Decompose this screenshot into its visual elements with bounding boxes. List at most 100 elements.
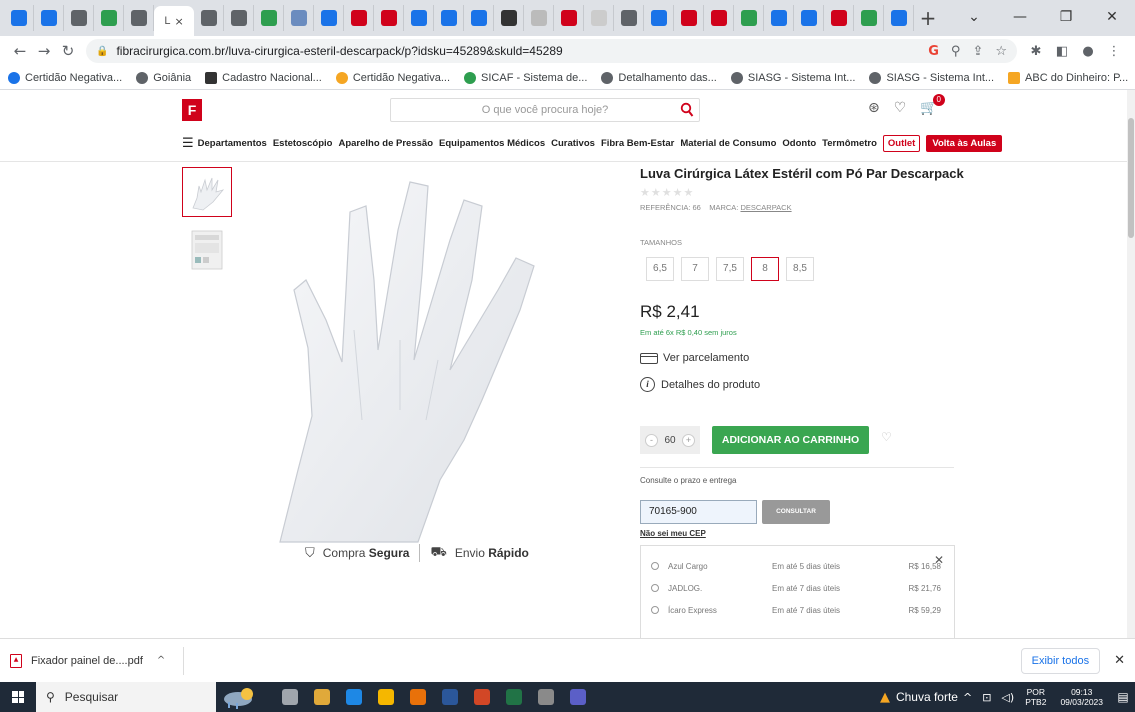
nav-item[interactable]: Equipamentos Médicos xyxy=(439,138,545,149)
lock-icon[interactable]: 🔒 xyxy=(96,46,108,57)
search-icon[interactable] xyxy=(680,102,694,118)
google-translate-icon[interactable]: G xyxy=(928,44,939,59)
browser-tab[interactable] xyxy=(764,5,794,31)
network-icon[interactable]: ⊡ xyxy=(982,691,991,704)
new-tab-button[interactable]: + xyxy=(914,6,942,30)
installments-link[interactable]: Ver parcelamento xyxy=(640,352,749,364)
extensions-icon[interactable]: ✱ xyxy=(1023,44,1049,59)
weather-illustration-icon[interactable] xyxy=(216,682,266,712)
shipping-radio[interactable] xyxy=(651,562,659,570)
maximize-button[interactable]: ❐ xyxy=(1043,9,1089,25)
taskbar-app-icon[interactable] xyxy=(306,682,338,712)
size-option[interactable]: 7,5 xyxy=(716,257,744,281)
browser-tab[interactable] xyxy=(704,5,734,31)
browser-tab[interactable] xyxy=(94,5,124,31)
brand-link[interactable]: DESCARPACK xyxy=(740,203,791,212)
browser-tab[interactable] xyxy=(794,5,824,31)
nav-item[interactable]: Fibra Bem-Estar xyxy=(601,138,674,149)
bookmark-item[interactable]: Goiânia xyxy=(136,71,191,84)
nav-item[interactable]: Odonto xyxy=(782,138,816,149)
tray-overflow-icon[interactable]: ^ xyxy=(963,691,972,704)
rating-stars[interactable]: ★★★★★ xyxy=(640,186,694,199)
language-indicator[interactable]: POR PTB2 xyxy=(1025,687,1046,707)
size-option[interactable]: 8 xyxy=(751,257,779,281)
bookmark-item[interactable]: SICAF - Sistema de... xyxy=(464,71,587,84)
bookmark-item[interactable]: Detalhamento das... xyxy=(601,71,717,84)
browser-tab[interactable] xyxy=(584,5,614,31)
nav-item-departamentos[interactable]: Departamentos xyxy=(198,138,267,149)
browser-tab[interactable] xyxy=(434,5,464,31)
shipping-option-row[interactable]: Ícaro Express Em até 7 dias úteis R$ 59,29 xyxy=(651,602,941,618)
close-download-bar-icon[interactable]: ✕ xyxy=(1114,653,1125,668)
browser-tab[interactable] xyxy=(614,5,644,31)
bookmark-star-icon[interactable]: ☆ xyxy=(995,44,1007,59)
shipping-option-row[interactable]: JADLOG. Em até 7 dias úteis R$ 21,76 xyxy=(651,580,941,596)
bookmark-item[interactable]: Cadastro Nacional... xyxy=(205,71,322,84)
size-option[interactable]: 7 xyxy=(681,257,709,281)
tab-close-icon[interactable]: × xyxy=(174,15,183,28)
taskbar-app-icon[interactable] xyxy=(498,682,530,712)
browser-tab[interactable] xyxy=(494,5,524,31)
start-button[interactable] xyxy=(0,682,36,712)
nav-item[interactable]: Aparelho de Pressão xyxy=(338,138,433,149)
browser-tab[interactable] xyxy=(284,5,314,31)
tab-search-icon[interactable]: ⌄ xyxy=(951,9,997,25)
size-option[interactable]: 6,5 xyxy=(646,257,674,281)
taskbar-app-icon[interactable] xyxy=(434,682,466,712)
product-details-link[interactable]: i Detalhes do produto xyxy=(640,377,760,392)
notifications-icon[interactable]: ▤ xyxy=(1111,690,1135,704)
consult-shipping-button[interactable]: CONSULTAR xyxy=(762,500,830,524)
forward-arrow-icon[interactable]: → xyxy=(32,42,56,60)
add-to-cart-button[interactable]: ADICIONAR AO CARRINHO xyxy=(712,426,869,454)
browser-tab[interactable] xyxy=(224,5,254,31)
bookmark-item[interactable]: SIASG - Sistema Int... xyxy=(730,71,855,84)
product-main-image[interactable] xyxy=(250,170,620,545)
nav-item[interactable]: Estetoscópio xyxy=(273,138,333,149)
browser-tab[interactable] xyxy=(374,5,404,31)
show-all-downloads-button[interactable]: Exibir todos xyxy=(1020,647,1101,674)
shipping-radio[interactable] xyxy=(651,606,659,614)
browser-tab[interactable] xyxy=(554,5,584,31)
zoom-icon[interactable]: ⚲ xyxy=(951,44,961,59)
weather-text[interactable]: Chuva forte xyxy=(896,690,958,704)
volume-icon[interactable]: ◁) xyxy=(1001,691,1014,704)
browser-tab[interactable] xyxy=(124,5,154,31)
wishlist-heart-icon[interactable]: ♡ xyxy=(894,100,907,116)
add-to-wishlist-heart-icon[interactable]: ♡ xyxy=(881,430,892,444)
taskbar-app-icon[interactable] xyxy=(274,682,306,712)
taskbar-app-icon[interactable] xyxy=(370,682,402,712)
taskbar-app-icon[interactable] xyxy=(402,682,434,712)
bookmark-item[interactable]: Certidão Negativa... xyxy=(335,71,450,84)
site-logo[interactable]: F xyxy=(182,99,202,121)
shipping-option-row[interactable]: Azul Cargo Em até 5 dias úteis R$ 16,58 xyxy=(651,558,941,574)
browser-menu-icon[interactable]: ⋮ xyxy=(1101,44,1127,59)
url-input[interactable]: 🔒 fibracirurgica.com.br/luva-cirurgica-e… xyxy=(86,39,1017,63)
cart-icon[interactable]: 🛒 0 xyxy=(920,94,945,116)
shipping-radio[interactable] xyxy=(651,584,659,592)
browser-tab[interactable] xyxy=(34,5,64,31)
minimize-button[interactable]: — xyxy=(997,9,1043,25)
browser-tab[interactable] xyxy=(314,5,344,31)
nav-volta-as-aulas-button[interactable]: Volta às Aulas xyxy=(926,134,1003,152)
site-search-input[interactable]: O que você procura hoje? xyxy=(390,98,700,122)
bookmark-item[interactable]: SIASG - Sistema Int... xyxy=(869,71,994,84)
weather-warning-icon[interactable]: ▲ xyxy=(880,690,890,705)
back-arrow-icon[interactable]: ← xyxy=(8,42,32,60)
product-thumbnail-2[interactable] xyxy=(182,225,232,275)
close-window-button[interactable]: ✕ xyxy=(1089,9,1135,25)
side-panel-icon[interactable]: ◧ xyxy=(1049,44,1075,59)
browser-tab[interactable] xyxy=(674,5,704,31)
browser-tab[interactable] xyxy=(64,5,94,31)
hamburger-menu-icon[interactable]: ☰ xyxy=(182,136,194,151)
browser-tab[interactable] xyxy=(854,5,884,31)
bookmark-item[interactable]: Certidão Negativa... xyxy=(8,71,122,84)
nav-item[interactable]: Curativos xyxy=(551,138,595,149)
taskbar-app-icon[interactable] xyxy=(338,682,370,712)
cep-input[interactable]: 70165-900 xyxy=(640,500,757,524)
taskbar-clock[interactable]: 09:13 09/03/2023 xyxy=(1060,687,1103,707)
browser-tab[interactable] xyxy=(644,5,674,31)
nav-item[interactable]: Termômetro xyxy=(822,138,877,149)
quantity-increase-button[interactable]: + xyxy=(682,433,695,447)
page-scrollbar[interactable] xyxy=(1127,90,1135,638)
taskbar-search[interactable]: ⚲ Pesquisar xyxy=(36,682,216,712)
